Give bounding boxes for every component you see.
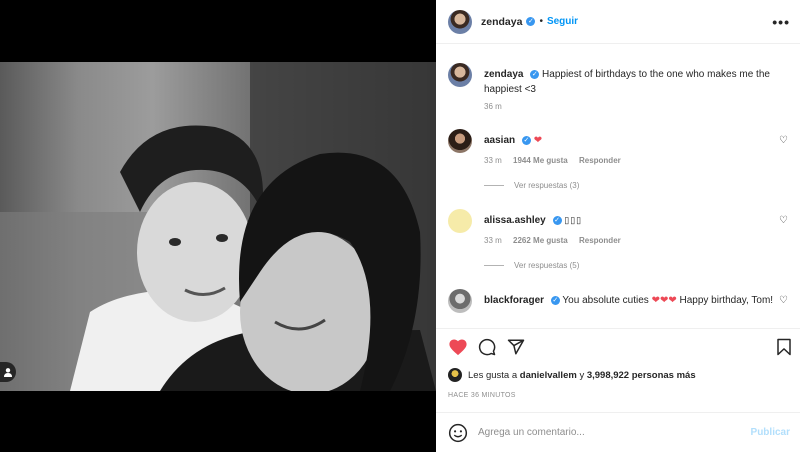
comment-username[interactable]: alissa.ashley [484,215,546,226]
action-bar [436,328,800,368]
bookmark-icon[interactable] [776,338,792,356]
author-avatar[interactable] [448,63,472,87]
comment-body-pre: You absolute cuties [562,295,649,306]
comment-icon[interactable] [478,338,496,356]
post-media [0,0,436,452]
heart-icon[interactable] [448,338,468,356]
liker-username[interactable]: danielvallem [520,370,577,381]
commenter-avatar[interactable] [448,129,472,153]
comment-time: 33 m [484,156,502,165]
replies-line [484,265,504,266]
user-tag-icon [4,368,12,377]
verified-badge: ✓ [552,215,562,225]
view-replies-button[interactable]: Ver respuestas (5) [484,261,579,270]
post-timestamp[interactable]: HACE 36 MINUTOS [448,392,516,399]
author-avatar[interactable] [448,9,472,34]
comment-text: aasian ✓ ❤ [484,133,776,148]
comment-like-heart-icon[interactable]: ♡ [779,135,788,146]
verified-badge: ✓ [521,135,531,145]
comment-text: alissa.ashley ✓ ▯▯▯ [484,213,776,228]
comment-like-heart-icon[interactable]: ♡ [779,295,788,306]
verified-badge: ✓ [550,295,560,305]
caption-username[interactable]: zendaya [484,69,523,80]
publish-button[interactable]: Publicar [751,427,790,438]
comment-text: blackforager ✓ You absolute cuties ❤❤❤ H… [484,293,776,308]
comment-body-post: Happy birthday, Tom! [679,295,774,306]
caption: zendaya ✓ Happiest of birthdays to the o… [448,63,788,118]
comment-username[interactable]: aasian [484,135,515,146]
caption-meta: 36 m [484,102,511,111]
view-replies-button[interactable]: Ver respuestas (3) [484,181,579,190]
add-comment-bar: Publicar [436,412,800,452]
post-header: zendaya ✓ • Seguir ••• [436,0,800,44]
commenter-avatar[interactable] [448,209,472,233]
likes-prefix: Les gusta a [468,369,518,381]
reply-button[interactable]: Responder [579,156,621,165]
comment-item: alissa.ashley ✓ ▯▯▯ 33 m 2262 Me gusta R… [448,209,788,279]
comment-body: ❤ [533,135,543,146]
caption-time: 36 m [484,102,502,111]
comment-likes[interactable]: 2262 Me gusta [513,236,568,245]
post-photo[interactable] [0,62,436,391]
comment-item: aasian ✓ ❤ 33 m 1944 Me gusta Responder … [448,129,788,199]
comment-item: blackforager ✓ You absolute cuties ❤❤❤ H… [448,289,788,327]
comment-input[interactable] [478,427,728,438]
verified-badge: ✓ [526,17,536,26]
share-icon[interactable] [507,338,525,356]
likes-count[interactable]: 3,998,922 personas más [587,370,696,381]
comment-meta: 33 m 2262 Me gusta Responder [484,236,630,245]
comment-like-heart-icon[interactable]: ♡ [779,215,788,226]
comments-list[interactable]: zendaya ✓ Happiest of birthdays to the o… [436,45,800,327]
author-username[interactable]: zendaya [481,16,522,28]
likes-middle: y [579,369,585,381]
comment-hearts: ❤❤❤ [651,295,677,306]
photo-illustration [0,62,436,391]
commenter-avatar[interactable] [448,289,472,313]
replies-line [484,185,504,186]
liker-avatar[interactable] [448,368,462,382]
post-sidebar: zendaya ✓ • Seguir ••• zendaya ✓ Happies… [436,0,800,452]
reply-button[interactable]: Responder [579,236,621,245]
caption-body: Happiest of birthdays to the one who mak… [484,69,770,95]
separator-dot: • [539,16,543,27]
likes-summary: Les gusta a danielvallem y 3,998,922 per… [448,368,696,382]
comment-time: 33 m [484,236,502,245]
comment-meta: 33 m 1944 Me gusta Responder [484,156,630,165]
comment-likes[interactable]: 1944 Me gusta [513,156,568,165]
caption-text: zendaya ✓ Happiest of birthdays to the o… [484,67,776,97]
view-replies-label: Ver respuestas (3) [514,181,580,190]
view-replies-label: Ver respuestas (5) [514,261,580,270]
follow-button[interactable]: Seguir [547,16,578,27]
more-options-icon[interactable]: ••• [772,14,790,30]
comment-emoji-boxes: ▯▯▯ [564,215,583,225]
comment-username[interactable]: blackforager [484,295,544,306]
verified-badge: ✓ [530,69,540,79]
emoji-icon[interactable] [448,423,468,443]
